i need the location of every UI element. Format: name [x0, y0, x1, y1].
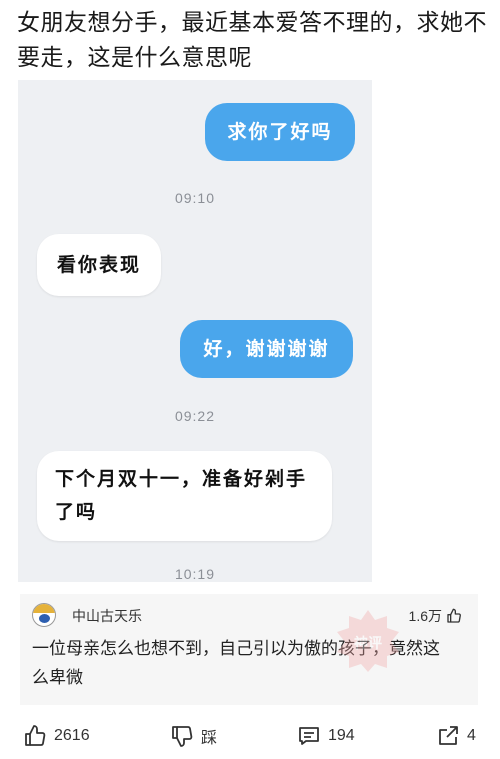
hot-comment-card[interactable]: 中山古天乐 1.6万 一位母亲怎么也想不到，自己引以为傲的孩子，竟然这么卑微 神… [20, 594, 478, 705]
comment-button[interactable]: 194 [297, 718, 355, 754]
thumbs-up-icon [25, 725, 46, 746]
comment-username[interactable]: 中山古天乐 [72, 606, 142, 626]
chat-bubble-outgoing: 求你了好吗 [205, 103, 355, 161]
chat-timestamp: 09:22 [174, 408, 216, 424]
hot-comment-stamp-icon: 神评 [337, 610, 399, 672]
chat-timestamp: 10:19 [174, 566, 216, 582]
comment-like-button[interactable]: 1.6万 [409, 606, 462, 626]
thumbs-up-icon [447, 608, 461, 623]
share-count: 4 [467, 727, 476, 744]
like-button[interactable]: 2616 [23, 718, 90, 754]
comment-count: 194 [328, 727, 355, 744]
comment-like-count: 1.6万 [408, 608, 442, 624]
like-count: 2616 [54, 727, 90, 744]
share-icon [439, 726, 458, 745]
chat-screenshot: 求你了好吗 09:10 看你表现 好，谢谢谢谢 09:22 下个月双十一，准备好… [18, 80, 372, 582]
comment-icon [299, 727, 319, 745]
share-button[interactable]: 4 [436, 718, 476, 754]
chat-bubble-incoming: 看你表现 [37, 234, 161, 296]
action-bar: 2616 踩 194 4 [0, 718, 500, 754]
avatar[interactable] [32, 603, 56, 627]
dislike-button[interactable]: 踩 [170, 718, 217, 754]
svg-text:神评: 神评 [354, 635, 382, 652]
chat-timestamp: 09:10 [174, 190, 216, 206]
chat-bubble-outgoing: 好，谢谢谢谢 [180, 320, 353, 378]
dislike-label: 踩 [201, 730, 218, 747]
chat-bubble-incoming: 下个月双十一，准备好剁手了吗 [37, 451, 332, 541]
post-title: 女朋友想分手，最近基本爱答不理的，求她不要走，这是什么意思呢 [17, 10, 487, 71]
thumbs-down-icon [172, 726, 193, 747]
